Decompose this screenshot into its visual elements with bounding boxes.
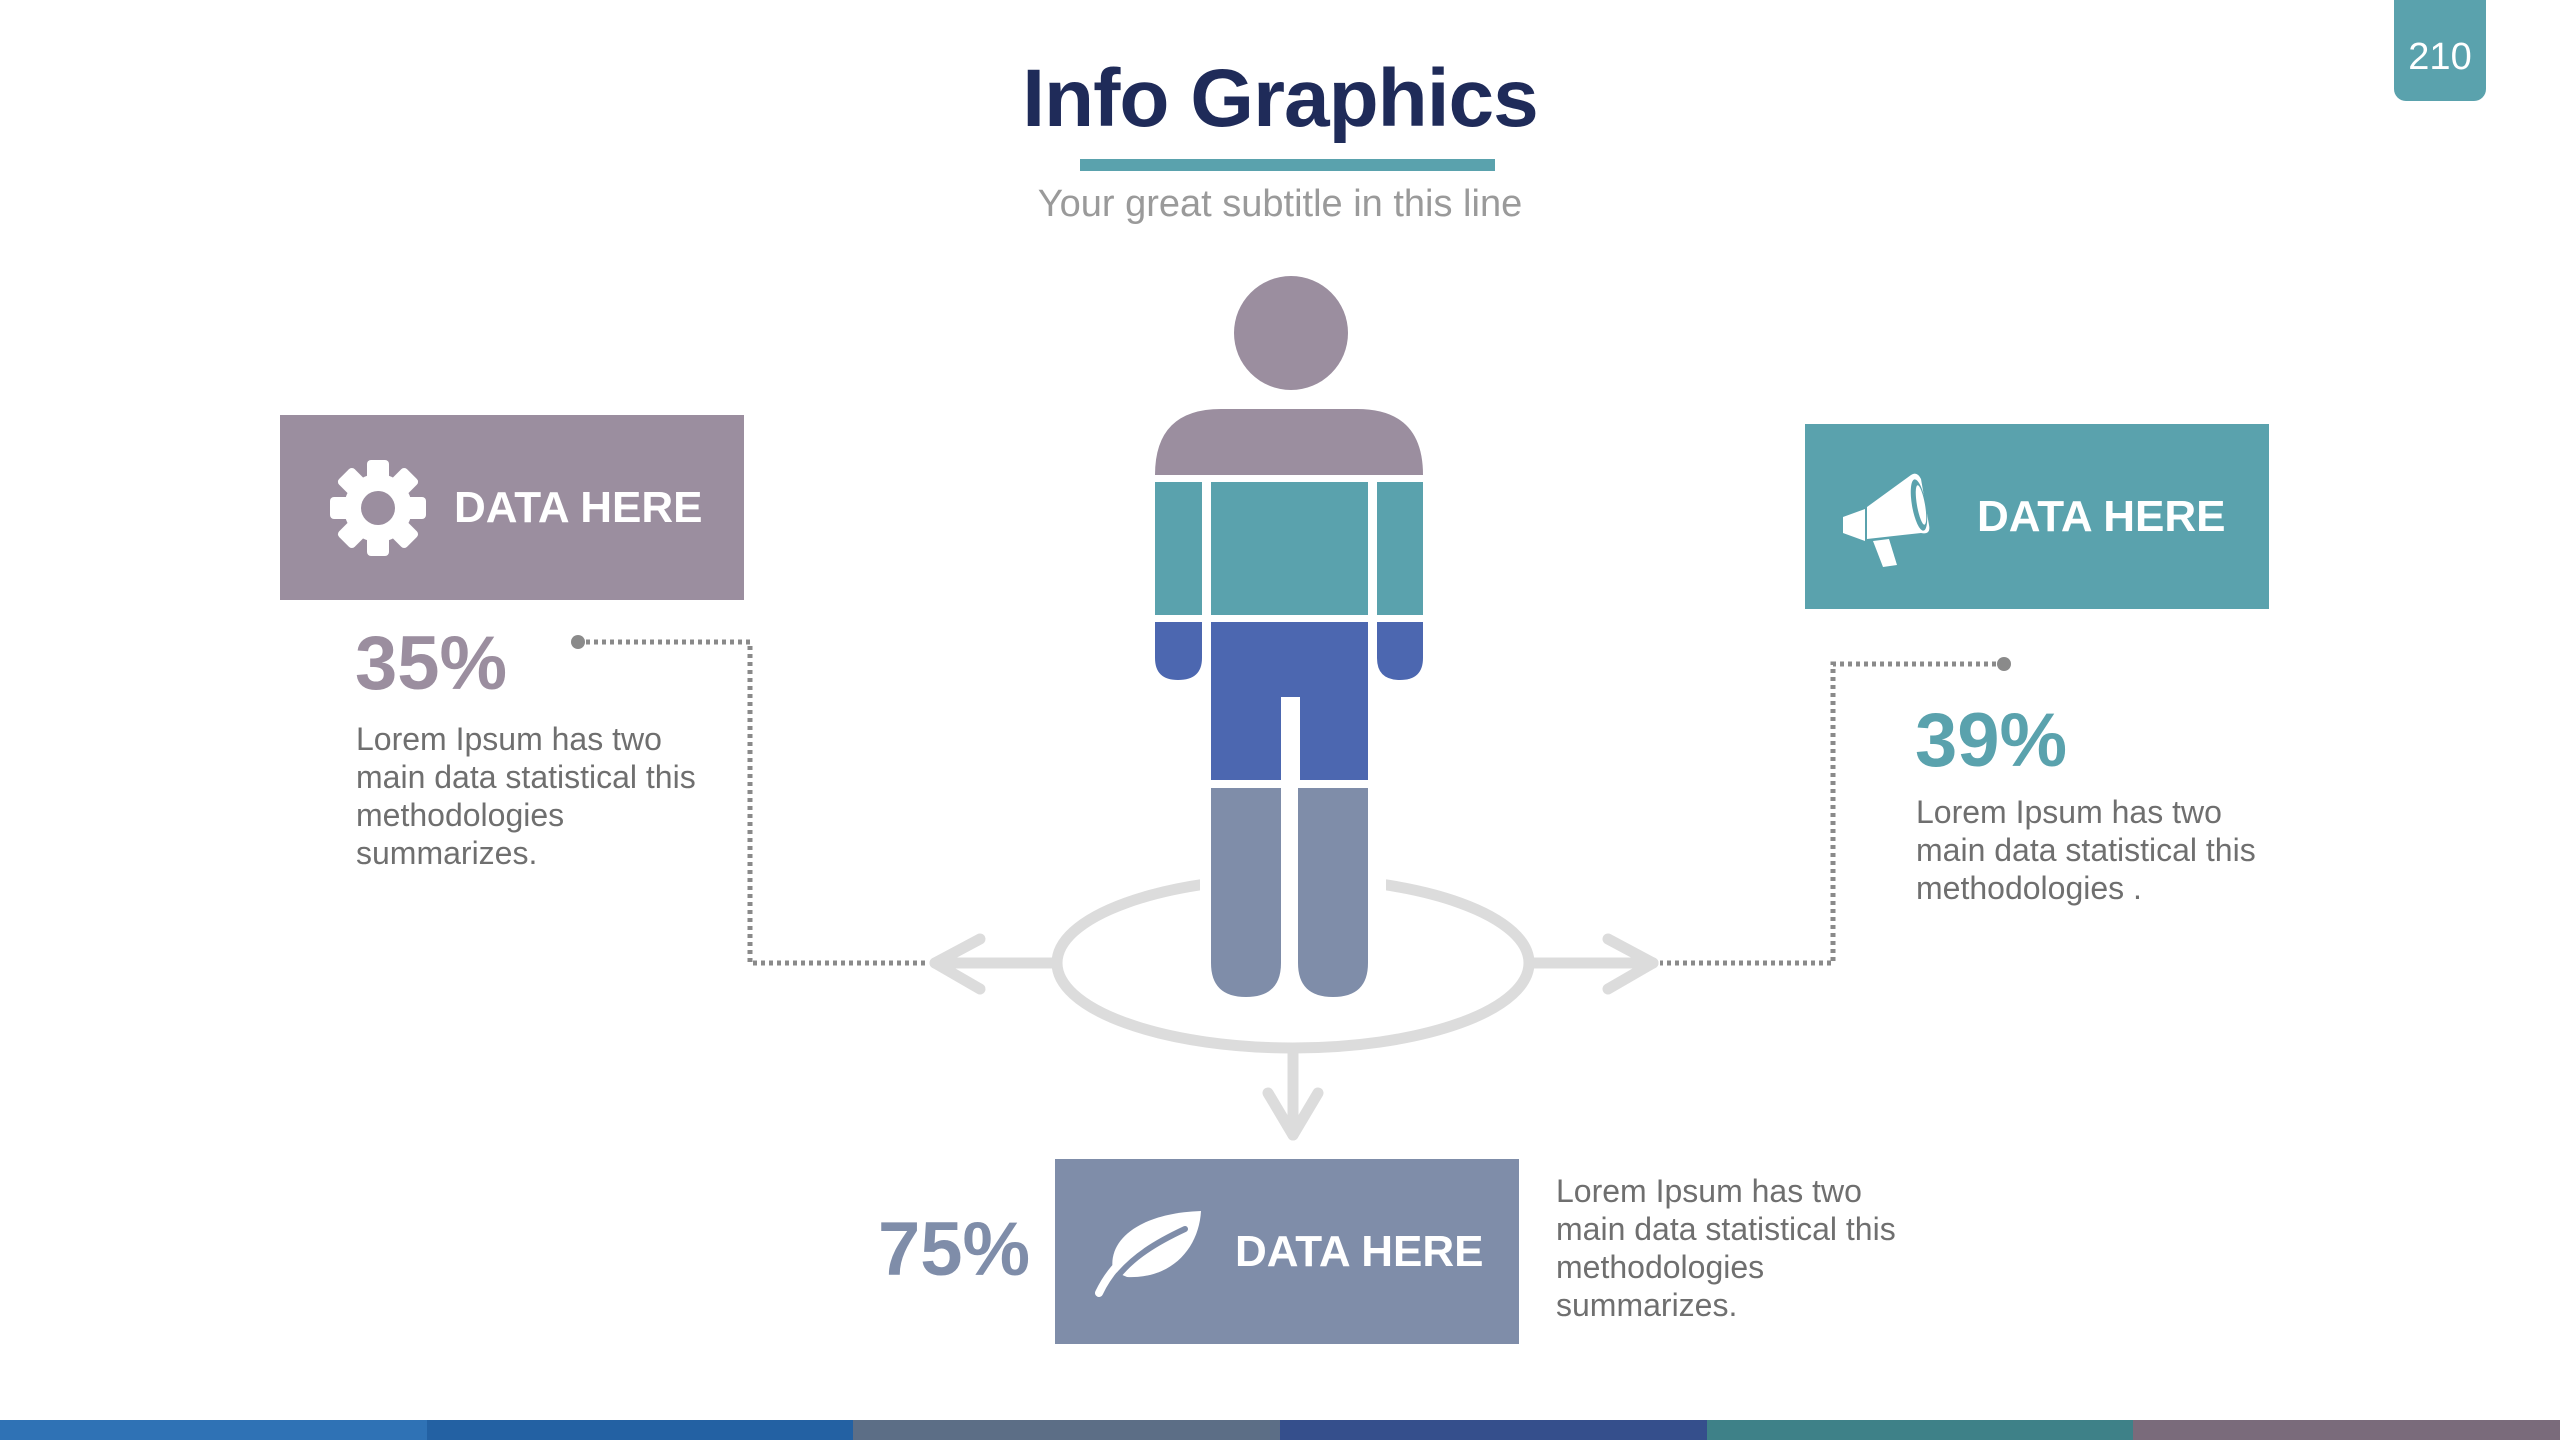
- strip-segment: [1706, 1420, 2134, 1440]
- arrow-down-icon: [1262, 1044, 1324, 1141]
- data-box-left-label: DATA HERE: [454, 482, 703, 532]
- percent-right: 39%: [1915, 698, 2068, 783]
- strip-segment: [426, 1420, 854, 1440]
- gear-icon: [330, 459, 426, 556]
- strip-segment: [2133, 1420, 2560, 1440]
- megaphone-icon: [1843, 473, 1930, 567]
- description-bottom: Lorem Ipsum has two main data statistica…: [1556, 1173, 1896, 1323]
- description-left: Lorem Ipsum has two main data statistica…: [356, 721, 696, 871]
- strip-segment: [0, 1420, 427, 1440]
- strip-segment: [853, 1420, 1281, 1440]
- arrow-left-icon: [929, 933, 1063, 995]
- data-box-right: DATA HERE: [1805, 424, 2269, 609]
- person-icon: [1155, 276, 1423, 1010]
- strip-segment: [1280, 1420, 1707, 1440]
- arrow-right-icon: [1523, 933, 1659, 995]
- data-box-bottom-label: DATA HERE: [1235, 1226, 1484, 1276]
- data-box-bottom: DATA HERE: [1055, 1159, 1519, 1344]
- description-right: Lorem Ipsum has two main data statistica…: [1916, 794, 2256, 906]
- percent-left: 35%: [355, 621, 508, 706]
- leaf-icon: [1095, 1210, 1201, 1297]
- data-box-left: DATA HERE: [280, 415, 744, 600]
- data-box-right-label: DATA HERE: [1977, 491, 2226, 541]
- percent-bottom: 75%: [878, 1207, 1031, 1292]
- bottom-color-strip: [0, 1420, 2560, 1440]
